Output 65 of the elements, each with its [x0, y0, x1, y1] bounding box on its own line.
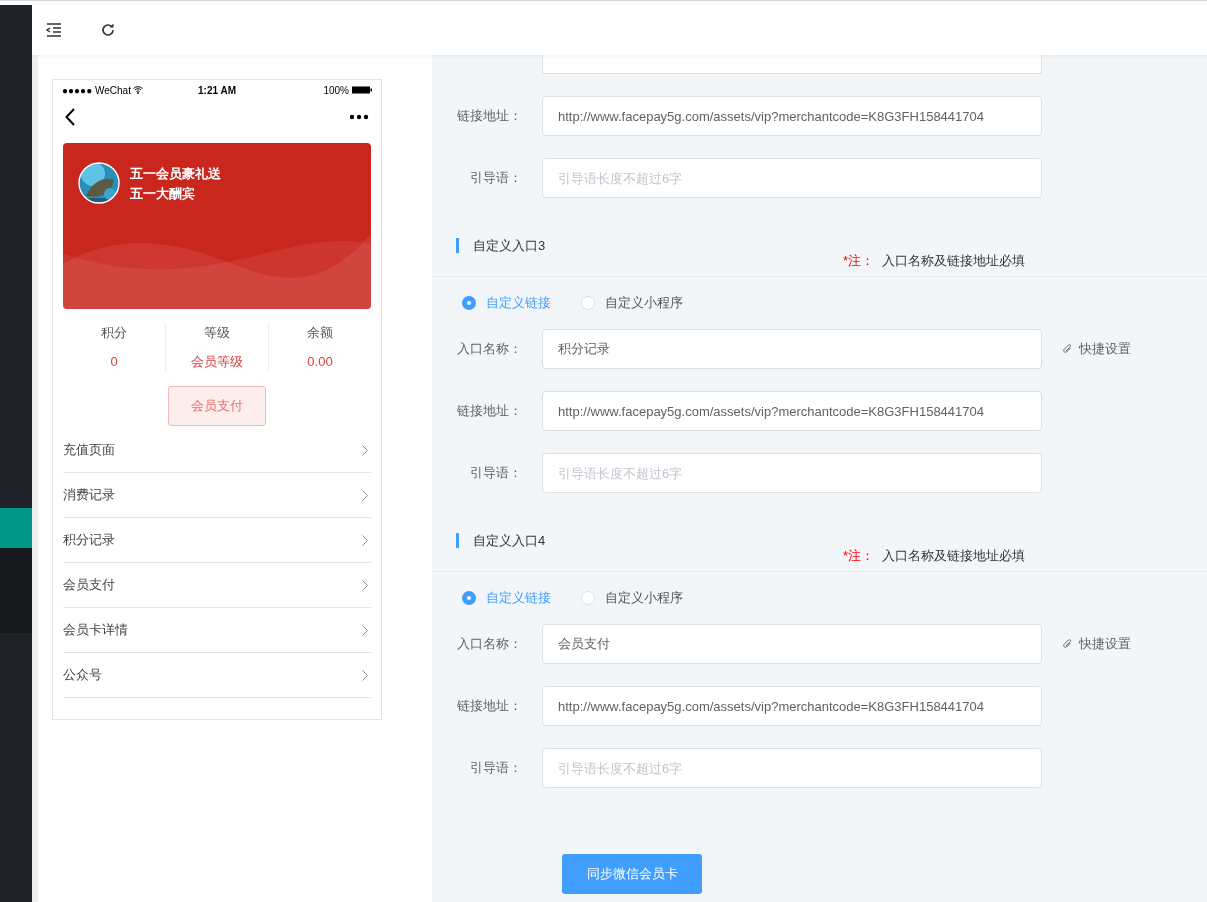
card-title: 五一会员豪礼送 — [130, 165, 221, 183]
paperclip-icon — [1062, 343, 1073, 355]
radio-button[interactable] — [581, 296, 595, 310]
card-title: 五一大酬宾 — [130, 185, 196, 203]
input-field[interactable]: http://www.facepay5g.com/assets/vip?merchantcode=K8G3FH158441704 — [542, 686, 1042, 726]
field-label: 引导语： — [469, 464, 522, 483]
stat-value: 会员等级 — [191, 352, 243, 371]
input-field[interactable]: 引导语长度不超过6字 — [542, 158, 1042, 198]
more-icon[interactable] — [349, 113, 369, 120]
shortcut-link[interactable]: 快捷设置 — [1062, 339, 1131, 359]
radio-option[interactable]: 自定义小程序 — [581, 293, 683, 313]
menu-item[interactable]: 公众号 — [63, 653, 371, 698]
paperclip-icon — [1062, 638, 1073, 650]
field-label: 入口名称： — [456, 340, 522, 359]
input-field[interactable]: 积分记录 — [542, 329, 1042, 369]
back-icon[interactable] — [65, 107, 75, 126]
required-note-mark: *注： — [843, 547, 875, 565]
carrier-text: ●●●●● WeChat — [62, 83, 131, 98]
menu-item[interactable]: 会员支付 — [63, 563, 371, 608]
field-label: 链接地址： — [456, 402, 522, 421]
section-title: 自定义入口4 — [473, 532, 546, 550]
input-field[interactable]: http://www.facepay5g.com/assets/vip?merchantcode=K8G3FH158441704 — [542, 391, 1042, 431]
chevron-right-icon — [362, 489, 368, 501]
chevron-right-icon — [362, 669, 368, 681]
radio-button[interactable] — [462, 591, 476, 605]
chevron-right-icon — [362, 534, 368, 546]
field-label: 入口名称： — [456, 635, 522, 654]
clock-text: 1:21 AM — [198, 83, 236, 98]
input-field[interactable]: 引导语长度不超过6字 — [542, 453, 1042, 493]
menu-item[interactable]: 充值页面 — [63, 428, 371, 473]
section-marker — [456, 238, 459, 254]
battery-text: 100% — [323, 83, 349, 98]
input-field[interactable]: 会员支付 — [542, 624, 1042, 664]
refresh-icon[interactable] — [100, 22, 116, 38]
field-label: 链接地址： — [456, 697, 522, 716]
chevron-right-icon — [362, 579, 368, 591]
sidebar-highlight — [0, 508, 32, 548]
input-field[interactable]: http://www.facepay5g.com/assets/vip?merchantcode=K8G3FH158441704 — [542, 96, 1042, 136]
field-label: 引导语： — [469, 169, 522, 188]
required-note: 入口名称及链接地址必填 — [882, 252, 1026, 270]
battery-icon — [352, 86, 372, 94]
stat-label: 余额 — [307, 324, 333, 342]
field-label: 引导语： — [469, 759, 522, 778]
menu-fold-icon[interactable] — [46, 23, 62, 37]
stat-label: 等级 — [204, 324, 230, 342]
stat-value: 0 — [110, 352, 118, 371]
chevron-right-icon — [362, 624, 368, 636]
required-note-mark: *注： — [843, 252, 875, 270]
shortcut-link[interactable]: 快捷设置 — [1062, 634, 1131, 654]
input-field[interactable]: 引导语长度不超过6字 — [542, 748, 1042, 788]
menu-item[interactable]: 积分记录 — [63, 518, 371, 563]
stat-label: 积分 — [101, 324, 127, 342]
radio-option[interactable]: 自定义小程序 — [581, 588, 683, 608]
menu-item[interactable]: 消费记录 — [63, 473, 371, 518]
radio-button[interactable] — [581, 591, 595, 605]
radio-button[interactable] — [462, 296, 476, 310]
menu-item[interactable]: 会员卡详情 — [63, 608, 371, 653]
chevron-right-icon — [362, 444, 368, 456]
input-field[interactable] — [542, 55, 1042, 74]
required-note: 入口名称及链接地址必填 — [882, 547, 1026, 565]
field-label: 链接地址： — [456, 107, 522, 126]
wifi-icon — [132, 86, 143, 94]
stat-value: 0.00 — [307, 352, 333, 371]
section-title: 自定义入口3 — [473, 237, 546, 255]
section-marker — [456, 533, 459, 549]
